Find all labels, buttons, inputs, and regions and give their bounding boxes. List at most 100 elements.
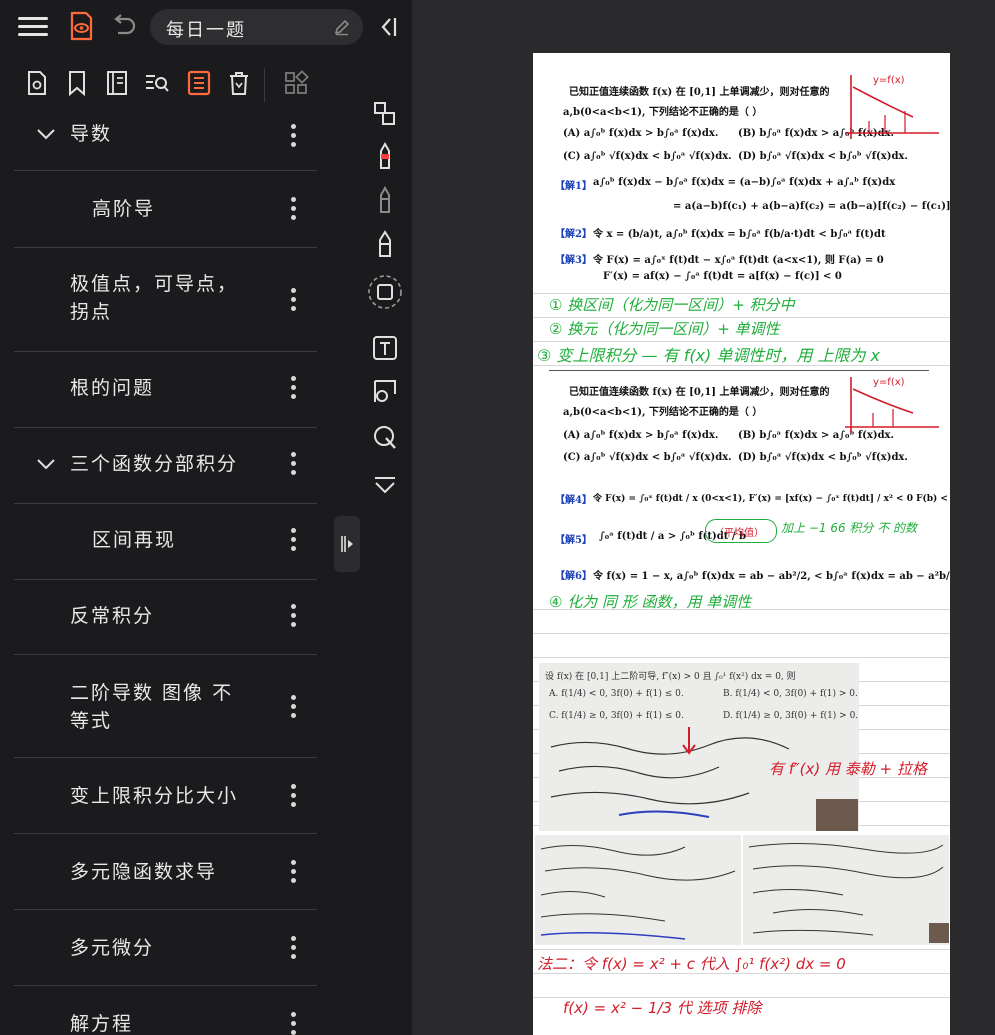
solution1-tag: 【解1】 [555, 181, 592, 192]
outline-item-label: 反常积分 [70, 605, 155, 627]
highlighter-icon[interactable] [372, 230, 398, 258]
solution6-tag: 【解6】 [555, 571, 592, 582]
solution3-line1: 令 F(x) = a∫₀ˣ f(t)dt − x∫₀ᵃ f(t)dt (a<x<… [593, 255, 884, 266]
outline-icon[interactable] [186, 70, 212, 96]
note-page[interactable]: 已知正值连续函数 f(x) 在 [0,1] 上单调减少，则对任意的 a,b(0<… [533, 53, 950, 1035]
solution2-line: 令 x = (b/a)t, a∫₀ᵇ f(x)dx = b∫₀ᵃ f(b/a·t… [593, 229, 886, 240]
outline-item-variable-upper-limit[interactable]: 变上限积分比大小 [14, 758, 317, 834]
solution6-line: 令 f(x) = 1 − x, a∫₀ᵇ f(x)dx = ab − ab²/2… [593, 571, 950, 582]
presenter-video-thumbnail [816, 799, 858, 831]
question2-option-b: B. f(1/4) < 0, 3f(0) + f(1) > 0. [723, 689, 858, 699]
note-title: 每日一题 [166, 20, 246, 41]
question1-line2: a,b(0<a<b<1), 下列结论不正确的是（ ） [563, 107, 763, 118]
more-options-icon[interactable] [291, 528, 297, 552]
decreasing-graph-sketch-2: y=f(x) [845, 377, 939, 433]
more-options-icon[interactable] [291, 604, 297, 628]
solution5-tag: 【解5】 [555, 535, 592, 546]
more-options-icon[interactable] [291, 695, 297, 719]
outline-item-improper-integral[interactable]: 反常积分 [14, 580, 317, 655]
svg-text:y=f(x): y=f(x) [873, 75, 905, 86]
handwritten-note-4: ④ 化为 同 形 函数，用 单调性 [549, 593, 752, 611]
solution4-tag: 【解4】 [555, 495, 592, 506]
handwritten-note-2: ② 换元（化为同一区间）+ 单调性 [549, 320, 780, 338]
outline-item-label: 三个函数分部积分 [70, 453, 239, 475]
more-options-icon[interactable] [291, 1012, 297, 1035]
outline-item-label: 多元微分 [70, 937, 155, 959]
text-tool-icon[interactable] [372, 334, 398, 362]
outline-item-label: 解方程 [70, 1013, 134, 1035]
outline-item-label: 区间再现 [92, 529, 177, 551]
chevron-down-icon[interactable] [36, 454, 56, 474]
outline-item-extreme-points[interactable]: 极值点，可导点， 拐点 [14, 248, 317, 352]
outline-item-label-line2: 等式 [70, 710, 113, 732]
recycle-bin-icon[interactable] [226, 70, 252, 96]
outline-item-solve-equation[interactable]: 解方程 [14, 986, 317, 1035]
undo-icon[interactable] [108, 11, 138, 41]
outline-item-interval-reappearance[interactable]: 区间再现 [14, 504, 317, 580]
pen-red-icon[interactable] [372, 142, 398, 170]
more-options-icon[interactable] [291, 452, 297, 476]
search-list-icon[interactable] [144, 70, 170, 96]
outline-item-label-line2: 拐点 [70, 301, 113, 323]
solution2-tag: 【解2】 [555, 229, 592, 240]
question1b-option-d: (D) b∫₀ᵃ √f(x)dx < b∫₀ᵇ √f(x)dx. [738, 452, 908, 463]
question1-option-d: (D) b∫₀ᵃ √f(x)dx < b∫₀ᵇ √f(x)dx. [738, 151, 908, 162]
outline-item-label: 二阶导数 图像 不 [70, 682, 234, 704]
more-tools-chevron-icon[interactable] [372, 472, 398, 500]
handwritten-note-3: ③ 变上限积分 — 有 f(x) 单调性时，用 上限为 x [537, 346, 881, 365]
outline-item-second-derivative[interactable]: 二阶导数 图像 不 等式 [14, 655, 317, 758]
solution1-line1: a∫₀ᵇ f(x)dx − b∫₀ᵃ f(x)dx = (a−b)∫₀ᵃ f(x… [593, 177, 896, 188]
outline-item-roots[interactable]: 根的问题 [14, 352, 317, 428]
outline-item-derivative[interactable]: 导数 [14, 110, 317, 171]
handwritten-note-avg: 加上 −1 66 积分 不 的数 [781, 521, 918, 535]
eraser-icon[interactable] [367, 274, 403, 310]
question2-scan: 设 f(x) 在 [0,1] 上二阶可导, f″(x) > 0 且 ∫₀¹ f(… [539, 663, 859, 831]
bookmark-icon[interactable] [64, 70, 90, 96]
more-options-icon[interactable] [291, 376, 297, 400]
handwritten-note-5: 有 f″(x) 用 泰勒 + 拉格 [769, 760, 927, 778]
more-options-icon[interactable] [291, 124, 297, 148]
presenter-video-thumbnail-small [929, 923, 949, 943]
more-options-icon[interactable] [291, 784, 297, 808]
question1-option-a: (A) a∫₀ᵇ f(x)dx > b∫₀ᵃ f(x)dx. [563, 128, 719, 139]
more-options-icon[interactable] [291, 936, 297, 960]
menu-icon[interactable] [18, 12, 48, 40]
note-title-field[interactable]: 每日一题 [150, 9, 363, 45]
outline-item-integration-by-parts[interactable]: 三个函数分部积分 [14, 428, 317, 504]
outline-item-higher-order[interactable]: 高阶导 [14, 171, 317, 248]
grid-apps-icon[interactable] [283, 70, 309, 96]
edit-pencil-icon[interactable] [333, 18, 351, 36]
laser-pointer-icon[interactable] [372, 424, 398, 452]
outline-item-label: 变上限积分比大小 [70, 785, 239, 807]
question2-line1: 设 f(x) 在 [0,1] 上二阶可导, f″(x) > 0 且 ∫₀¹ f(… [545, 672, 796, 682]
solution3-line2: F′(x) = af(x) − ∫₀ᵃ f(t)dt = a[f(x) − f(… [603, 271, 842, 282]
more-options-icon[interactable] [291, 197, 297, 221]
drawing-tools [362, 90, 410, 510]
handwritten-note-7: f(x) = x² − 1/3 代 选项 排除 [563, 999, 762, 1017]
more-options-icon[interactable] [291, 860, 297, 884]
eye-icon[interactable] [66, 10, 96, 42]
collapse-sidebar-icon[interactable] [376, 12, 400, 42]
more-options-icon[interactable] [291, 288, 297, 312]
question1b-line2: a,b(0<a<b<1), 下列结论不正确的是（ ） [563, 407, 763, 418]
image-lasso-icon[interactable] [372, 378, 398, 406]
solution1-line2: = a(a−b)f(c₁) + a(b−a)f(c₂) = a(b−a)[f(c… [673, 201, 950, 212]
outline-item-label: 根的问题 [70, 377, 155, 399]
lasso-select-icon[interactable] [372, 100, 398, 128]
outline-item-implicit-function[interactable]: 多元隐函数求导 [14, 834, 317, 910]
pen-icon[interactable] [372, 186, 398, 214]
chevron-down-icon[interactable] [36, 124, 56, 144]
drag-handle-icon [341, 536, 353, 552]
work-scan-left [535, 835, 741, 945]
sidebar-resize-handle[interactable] [334, 516, 360, 572]
question1b-line1: 已知正值连续函数 f(x) 在 [0,1] 上单调减少，则对任意的 [569, 387, 830, 398]
average-value-badge: （平均值） [705, 519, 777, 543]
page-view-icon[interactable] [24, 70, 50, 96]
solution4-line: 令 F(x) = ∫₀ˣ f(t)dt / x (0<x<1), F′(x) =… [593, 494, 950, 504]
outline-item-multivariable-diff[interactable]: 多元微分 [14, 910, 317, 986]
notebook-icon[interactable] [104, 70, 130, 96]
question2-option-a: A. f(1/4) < 0, 3f(0) + f(1) ≤ 0. [549, 689, 684, 699]
outline-item-label: 导数 [70, 123, 113, 145]
toolbar-divider [264, 68, 265, 102]
handwritten-work-right [748, 842, 944, 936]
